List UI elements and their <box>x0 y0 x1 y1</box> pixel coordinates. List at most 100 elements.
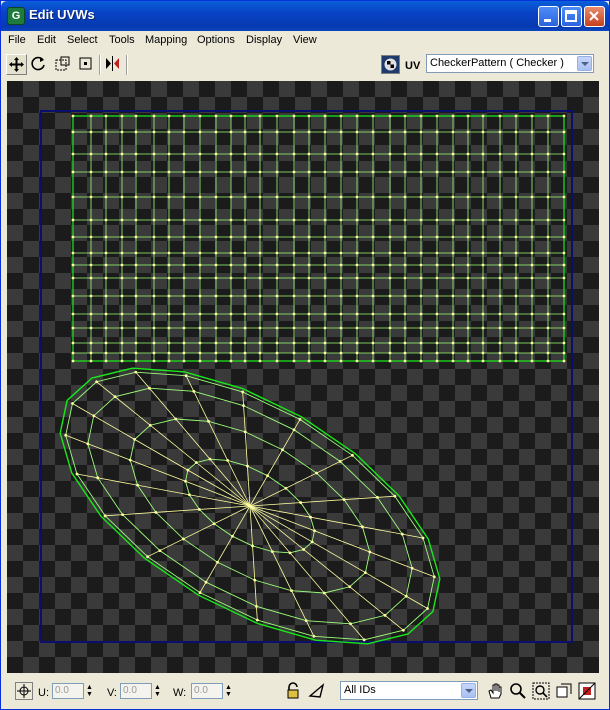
uv-vertex[interactable] <box>258 114 262 118</box>
uv-vertex[interactable] <box>253 578 257 582</box>
uv-vertex[interactable] <box>229 276 233 280</box>
uv-vertex[interactable] <box>229 351 233 355</box>
uv-vertex[interactable] <box>292 195 296 199</box>
uv-vertex[interactable] <box>339 312 343 316</box>
uv-vertex[interactable] <box>64 433 68 437</box>
uv-vertex[interactable] <box>498 312 502 316</box>
uv-vertex[interactable] <box>258 341 262 345</box>
uv-vertex[interactable] <box>134 351 138 355</box>
uv-vertex[interactable] <box>339 276 343 280</box>
uv-vertex[interactable] <box>419 312 423 316</box>
uv-vertex[interactable] <box>275 276 279 280</box>
uv-vertex[interactable] <box>167 251 171 255</box>
uv-vertex[interactable] <box>481 235 485 239</box>
uv-vertex[interactable] <box>255 604 258 608</box>
uv-vertex[interactable] <box>292 351 296 355</box>
uv-vertex[interactable] <box>194 461 198 464</box>
uv-vertex[interactable] <box>120 251 124 255</box>
zoom-region-button[interactable] <box>532 682 550 700</box>
spinner-arrows-icon[interactable]: ▲ ▼ <box>225 684 233 698</box>
uv-vertex[interactable] <box>371 359 375 363</box>
uv-vertex[interactable] <box>307 170 311 174</box>
uv-vertex[interactable] <box>182 195 186 199</box>
uv-vertex[interactable] <box>562 152 566 156</box>
uv-vertex[interactable] <box>104 341 108 345</box>
uv-edge[interactable] <box>242 391 251 507</box>
uv-vertex[interactable] <box>258 152 262 156</box>
uv-vertex[interactable] <box>466 351 470 355</box>
uv-vertex[interactable] <box>466 251 470 255</box>
grid-snap-button[interactable] <box>578 682 596 700</box>
uv-vertex[interactable] <box>466 294 470 298</box>
uv-vertex[interactable] <box>275 263 279 267</box>
uv-vertex[interactable] <box>339 195 343 199</box>
uv-vertex[interactable] <box>530 195 534 199</box>
uv-vertex[interactable] <box>258 195 262 199</box>
uv-vertex[interactable] <box>134 235 138 239</box>
uv-vertex[interactable] <box>466 218 470 222</box>
uv-vertex[interactable] <box>451 195 455 199</box>
uv-vertex[interactable] <box>419 359 423 363</box>
uv-vertex[interactable] <box>96 476 100 480</box>
uv-vertex[interactable] <box>258 326 262 330</box>
uv-vertex[interactable] <box>198 235 202 239</box>
selected-island-outline[interactable] <box>72 115 565 362</box>
uv-vertex[interactable] <box>403 312 407 316</box>
uv-vertex[interactable] <box>514 276 518 280</box>
uv-vertex[interactable] <box>89 312 93 316</box>
uv-vertex[interactable] <box>152 359 156 363</box>
uv-edge[interactable] <box>249 505 315 637</box>
uv-vertex[interactable] <box>403 351 407 355</box>
uv-vertex[interactable] <box>451 235 455 239</box>
uv-vertex[interactable] <box>120 218 124 222</box>
uv-vertex[interactable] <box>339 326 343 330</box>
uv-vertex[interactable] <box>498 294 502 298</box>
uv-vertex[interactable] <box>104 294 108 298</box>
uv-vertex[interactable] <box>481 152 485 156</box>
uv-vertex[interactable] <box>498 152 502 156</box>
uv-vertex[interactable] <box>174 417 178 421</box>
uv-vertex[interactable] <box>323 326 327 330</box>
uv-vertex[interactable] <box>104 114 108 118</box>
uv-vertex[interactable] <box>95 380 99 384</box>
uv-vertex[interactable] <box>388 326 392 330</box>
uv-vertex[interactable] <box>71 402 74 405</box>
uv-vertex[interactable] <box>275 312 279 316</box>
uv-vertex[interactable] <box>466 341 470 345</box>
uv-vertex[interactable] <box>530 341 534 345</box>
uv-vertex[interactable] <box>167 276 171 280</box>
uv-vertex[interactable] <box>270 550 274 554</box>
uv-vertex[interactable] <box>182 312 186 316</box>
uv-vertex[interactable] <box>514 351 518 355</box>
uv-vertex[interactable] <box>419 251 423 255</box>
uv-vertex[interactable] <box>288 551 292 555</box>
uv-vertex[interactable] <box>546 170 550 174</box>
uv-vertex[interactable] <box>355 170 359 174</box>
menu-view[interactable]: View <box>293 34 317 46</box>
uv-edge[interactable] <box>249 505 404 631</box>
uv-vertex[interactable] <box>146 555 149 559</box>
uv-vertex[interactable] <box>342 498 346 502</box>
uv-vertex[interactable] <box>214 312 218 316</box>
uv-vertex[interactable] <box>403 294 407 298</box>
uv-vertex[interactable] <box>419 152 423 156</box>
uv-edge[interactable] <box>249 505 435 578</box>
uv-vertex[interactable] <box>292 294 296 298</box>
uv-vertex[interactable] <box>292 359 296 363</box>
spinner-arrows-icon[interactable]: ▲ ▼ <box>86 684 94 698</box>
uv-vertex[interactable] <box>182 537 185 541</box>
uv-vertex[interactable] <box>363 571 367 575</box>
uv-vertex[interactable] <box>435 276 439 280</box>
uv-vertex[interactable] <box>355 294 359 298</box>
uv-vertex[interactable] <box>562 130 566 134</box>
uv-vertex[interactable] <box>403 359 407 363</box>
uv-vertex[interactable] <box>371 130 375 134</box>
uv-vertex[interactable] <box>451 276 455 280</box>
uv-vertex[interactable] <box>451 341 455 345</box>
uv-vertex[interactable] <box>514 130 518 134</box>
uv-vertex[interactable] <box>71 341 75 345</box>
uv-vertex[interactable] <box>104 276 108 280</box>
uv-vertex[interactable] <box>388 195 392 199</box>
uv-vertex[interactable] <box>89 294 93 298</box>
uv-vertex[interactable] <box>403 276 407 280</box>
